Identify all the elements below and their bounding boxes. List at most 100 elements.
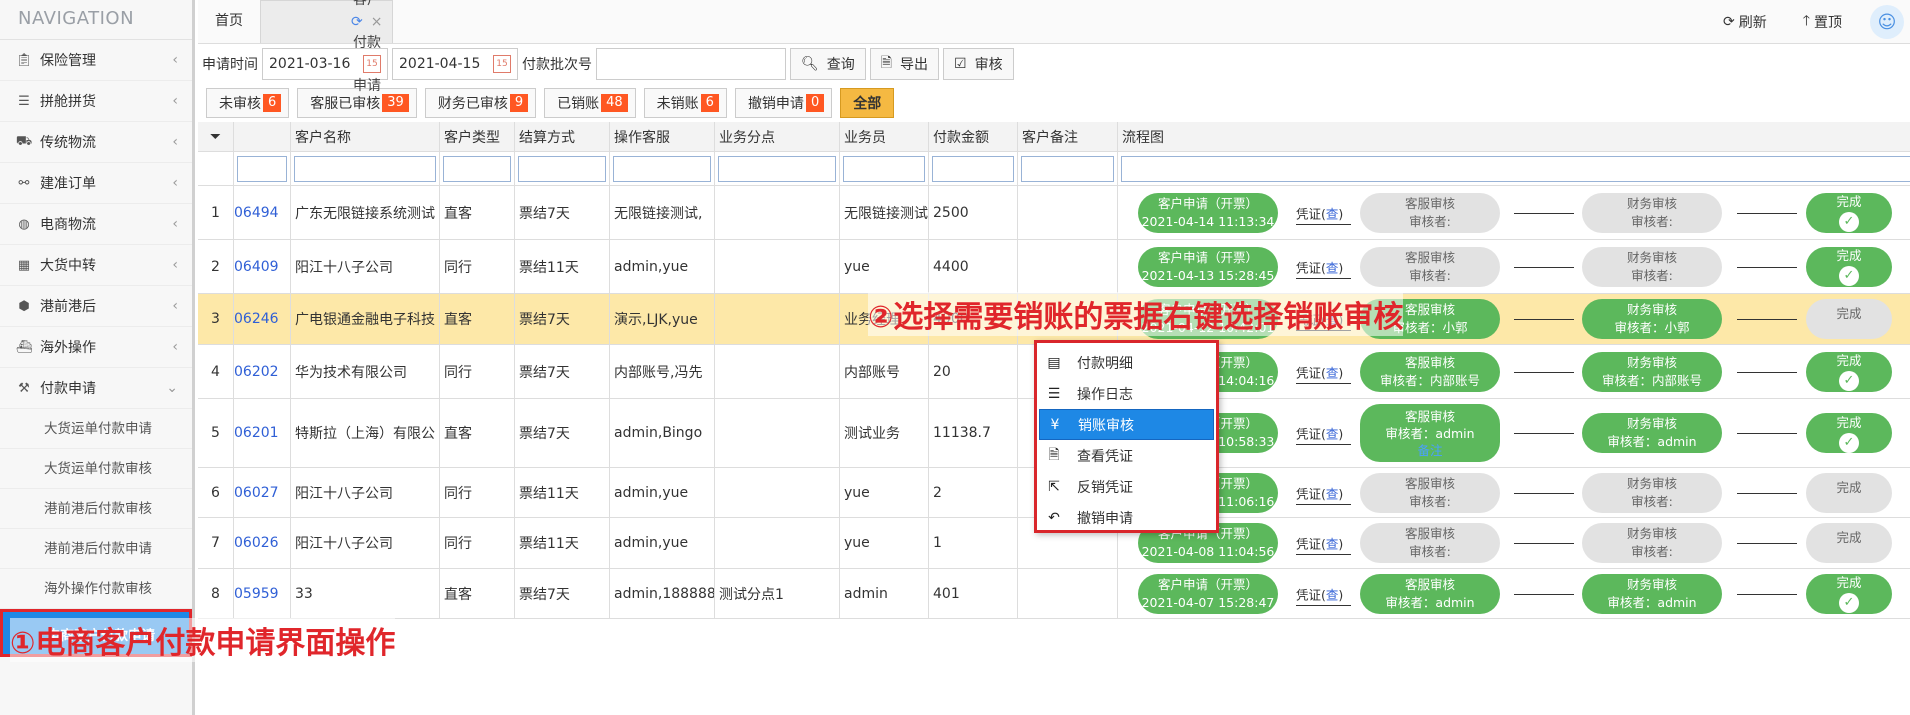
date-to-input[interactable]: 2021-04-15 15	[392, 48, 518, 80]
cs-audit-step[interactable]: 客服审核 审核者:	[1360, 246, 1500, 287]
column-filter-input[interactable]	[237, 155, 287, 182]
status-filter-all-button[interactable]: 全部	[840, 88, 895, 118]
column-filter-input[interactable]	[843, 155, 925, 182]
finance-audit-step[interactable]: 财务审核 审核者:	[1582, 246, 1722, 287]
view-voucher-link[interactable]: 查	[1326, 260, 1339, 275]
sidebar-item[interactable]: ☰ 拼舱拼货 ‹	[0, 81, 192, 122]
column-filter-input[interactable]	[613, 155, 711, 182]
view-voucher-link[interactable]: 查	[1326, 537, 1339, 552]
sidebar-subitem[interactable]: 港前港后付款审核	[0, 489, 192, 529]
column-filter-input[interactable]	[1121, 155, 1910, 182]
tab-home[interactable]: 首页	[198, 0, 260, 43]
table-row[interactable]: 2 06409 阳江十八子公司 同行 票结11天 admin,yue yue 4400 客户申请…	[198, 240, 1910, 294]
column-header[interactable]: 流程图	[1118, 122, 1910, 151]
avatar[interactable]: ☺	[1870, 5, 1904, 39]
audit-button[interactable]: ☑ 审核	[943, 48, 1014, 80]
table-row[interactable]: 8 05959 33 直客 票结7天 admin,188888 测试分点1 admin 401 客…	[198, 569, 1910, 619]
voucher-link[interactable]: 凭证(查)	[1296, 534, 1343, 553]
finance-audit-step[interactable]: 财务审核 审核者：admin	[1582, 573, 1722, 614]
status-filter-button[interactable]: 未销账 6	[643, 88, 727, 118]
voucher-link[interactable]: 凭证(查)	[1296, 584, 1343, 603]
finance-audit-step[interactable]: 财务审核 审核者:	[1582, 192, 1722, 233]
sidebar-item[interactable]: ⬢ 港前港后 ‹	[0, 286, 192, 327]
cs-audit-step[interactable]: 客服审核 审核者:	[1360, 472, 1500, 513]
done-step[interactable]: 完成 ✓	[1806, 573, 1892, 614]
cs-audit-step[interactable]: 客服审核 审核者:	[1360, 523, 1500, 563]
finance-audit-step[interactable]: 财务审核 审核者:	[1582, 472, 1722, 513]
done-step[interactable]: 完成 ✓	[1806, 351, 1892, 392]
voucher-link[interactable]: 凭证(查)	[1296, 362, 1343, 381]
sidebar-item[interactable]: 📋︎ 保险管理 ‹	[0, 40, 192, 81]
column-header[interactable]: 业务员	[840, 122, 929, 151]
status-filter-button[interactable]: 撤销申请 0	[734, 88, 833, 118]
cell-id[interactable]: 06494	[234, 186, 291, 239]
finance-audit-step[interactable]: 财务审核 审核者：内部账号	[1582, 351, 1722, 392]
sidebar-subitem[interactable]: 大货运单付款申请	[0, 409, 192, 449]
column-header[interactable]: 付款金额	[929, 122, 1018, 151]
cell-id[interactable]: 06202	[234, 345, 291, 398]
finance-audit-step[interactable]: 财务审核 审核者:	[1582, 523, 1722, 563]
sidebar-subitem[interactable]: 大货运单付款审核	[0, 449, 192, 489]
view-voucher-link[interactable]: 查	[1326, 427, 1339, 442]
pin-top-button[interactable]: 🡑 置顶	[1785, 10, 1860, 34]
query-button[interactable]: 🔍︎ 查询	[790, 48, 866, 80]
context-menu-item[interactable]: 🗎 查看凭证	[1039, 440, 1214, 471]
voucher-link[interactable]: 凭证(查)	[1296, 203, 1343, 222]
filter-icon[interactable]: ⏷	[198, 122, 234, 151]
cs-audit-step[interactable]: 客服审核 审核者:	[1360, 192, 1500, 233]
column-filter-input[interactable]	[1021, 155, 1114, 182]
sidebar-item[interactable]: ⛴ 海外操作 ‹	[0, 327, 192, 368]
cell-id[interactable]: 06027	[234, 468, 291, 517]
sidebar-item[interactable]: ⚒ 付款申请 ⌄	[0, 368, 192, 409]
done-step[interactable]: 完成	[1806, 523, 1892, 563]
calendar-icon[interactable]: 15	[493, 55, 511, 73]
column-header[interactable]: 客户名称	[291, 122, 440, 151]
done-step[interactable]: 完成	[1806, 472, 1892, 513]
column-header[interactable]: 操作客服	[610, 122, 715, 151]
apply-step[interactable]: 客户申请（开票） 2021-04-13 15:28:45	[1138, 246, 1278, 287]
sidebar-subitem[interactable]: 海外操作付款审核	[0, 569, 192, 609]
view-voucher-link[interactable]: 查	[1326, 206, 1339, 221]
sidebar-item[interactable]: ▦ 大货中转 ‹	[0, 245, 192, 286]
context-menu-item[interactable]: ☰ 操作日志	[1039, 378, 1214, 409]
cell-id[interactable]: 06201	[234, 399, 291, 467]
sidebar-subitem[interactable]: 港前港后付款申请	[0, 529, 192, 569]
view-voucher-link[interactable]: 查	[1326, 587, 1339, 602]
column-header[interactable]: 结算方式	[515, 122, 610, 151]
done-step[interactable]: 完成 ✓	[1806, 246, 1892, 287]
status-filter-button[interactable]: 财务已审核 9	[424, 88, 537, 118]
column-header[interactable]: 业务分点	[715, 122, 840, 151]
context-menu-item[interactable]: ¥ 销账审核	[1039, 409, 1214, 440]
column-filter-input[interactable]	[718, 155, 836, 182]
sidebar-item[interactable]: ◍ 电商物流 ‹	[0, 204, 192, 245]
export-button[interactable]: 🗎 导出	[869, 48, 940, 80]
cell-id[interactable]: 06409	[234, 240, 291, 293]
finance-audit-step[interactable]: 财务审核 审核者：admin	[1582, 413, 1722, 453]
view-voucher-link[interactable]: 查	[1326, 365, 1339, 380]
cs-audit-step[interactable]: 客服审核 审核者：内部账号	[1360, 351, 1500, 392]
context-menu-item[interactable]: ⇱ 反销凭证	[1039, 471, 1214, 502]
voucher-link[interactable]: 凭证(查)	[1296, 483, 1343, 502]
voucher-link[interactable]: 凭证(查)	[1296, 424, 1343, 443]
cs-audit-step[interactable]: 客服审核 审核者：admin	[1360, 573, 1500, 614]
status-filter-button[interactable]: 未审核 6	[206, 88, 290, 118]
column-filter-input[interactable]	[443, 155, 511, 182]
voucher-link[interactable]: 凭证(查)	[1296, 257, 1343, 276]
column-filter-input[interactable]	[932, 155, 1014, 182]
cell-id[interactable]: 06246	[234, 294, 291, 344]
context-menu-item[interactable]: ↶ 撤销申请	[1039, 502, 1214, 533]
column-filter-input[interactable]	[518, 155, 606, 182]
context-menu-item[interactable]: ▤ 付款明细	[1039, 347, 1214, 378]
column-filter-input[interactable]	[294, 155, 436, 182]
cell-id[interactable]: 06026	[234, 518, 291, 568]
apply-step[interactable]: 客户申请（开票） 2021-04-14 11:13:34	[1138, 192, 1278, 233]
sidebar-item[interactable]: ⚯ 建准订单 ‹	[0, 163, 192, 204]
column-header[interactable]: 客户类型	[440, 122, 515, 151]
tab-active[interactable]: 电商客户付款申请 ⟳ ×	[260, 0, 394, 94]
cs-audit-step[interactable]: 客服审核 审核者：admin 备注	[1360, 404, 1500, 462]
sidebar-item[interactable]: ⛟ 传统物流 ‹	[0, 122, 192, 163]
status-filter-button[interactable]: 已销账 48	[544, 88, 636, 118]
done-step[interactable]: 完成	[1806, 299, 1892, 339]
refresh-button[interactable]: ⟳ 刷新	[1705, 12, 1785, 32]
done-step[interactable]: 完成 ✓	[1806, 413, 1892, 453]
